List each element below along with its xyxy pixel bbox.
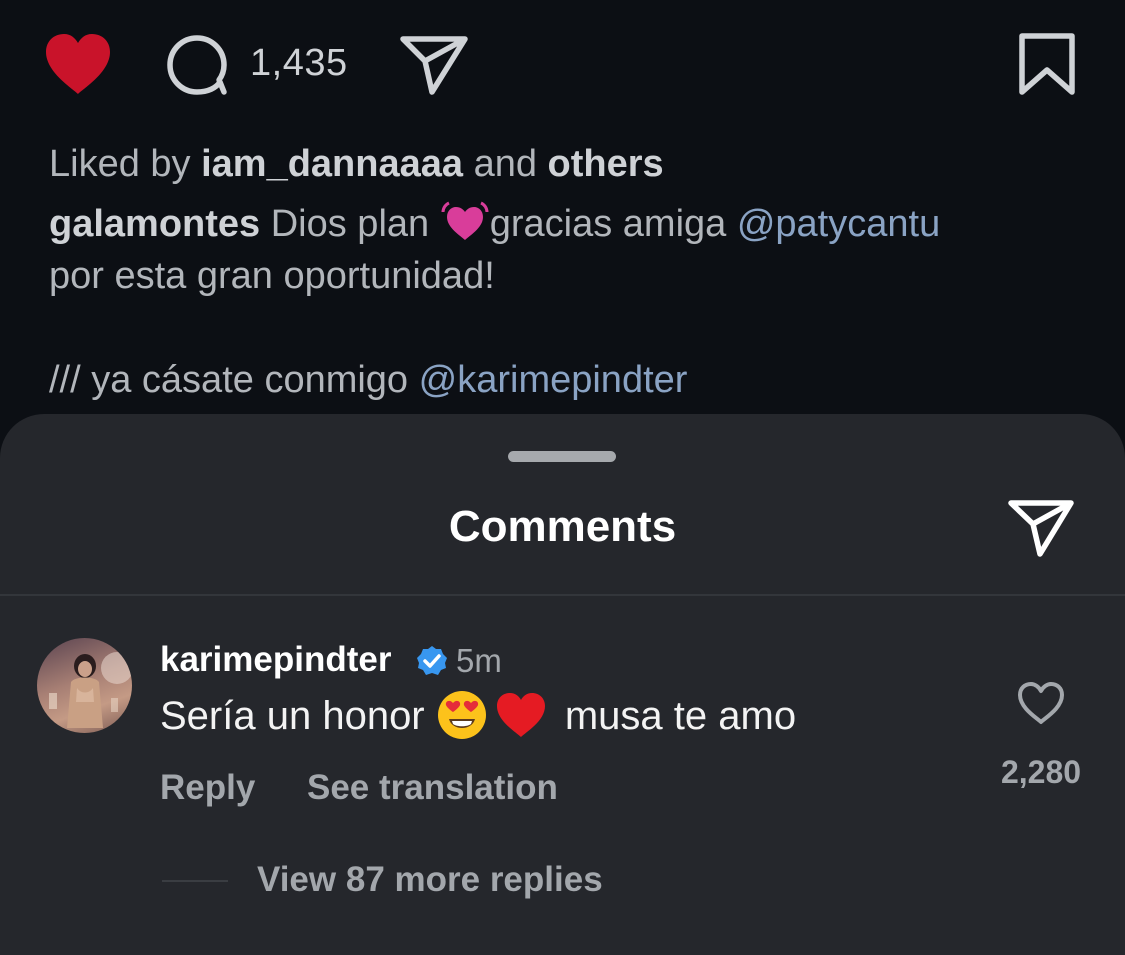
sheet-share-icon[interactable] (1006, 498, 1076, 560)
heart-eyes-emoji (437, 691, 486, 740)
caption-line-1: galamontes Dios plan gracias amiga @paty… (49, 198, 1089, 250)
comment-like-count: 2,280 (1000, 754, 1082, 790)
liked-by-user[interactable]: iam_dannaaaa (201, 143, 463, 185)
see-translation-button[interactable]: See translation (307, 768, 558, 808)
sheet-title: Comments (448, 502, 677, 551)
comment-time: 5m (456, 642, 502, 679)
comment-text-after: musa te amo (553, 694, 797, 738)
sheet-divider (0, 594, 1125, 596)
liked-by-line: Liked by iam_dannaaaa and others (49, 138, 1089, 190)
verified-badge-icon (417, 646, 447, 675)
comment-icon[interactable] (164, 32, 230, 98)
like-heart-icon[interactable] (42, 32, 114, 96)
comment-like-icon[interactable] (1016, 680, 1066, 726)
post-action-bar: 1,435 (0, 0, 1125, 130)
growing-heart-emoji (441, 201, 489, 240)
caption-line-2: por esta gran oportunidad! (49, 255, 495, 297)
red-heart-emoji (496, 693, 545, 738)
share-icon[interactable] (398, 34, 470, 96)
post-caption-area: Liked by iam_dannaaaa and others galamon… (49, 138, 1089, 406)
caption-username[interactable]: galamontes (49, 203, 260, 245)
liked-by-middle: and (463, 143, 548, 185)
comment-count: 1,435 (250, 42, 348, 84)
comments-sheet: Comments karimepindter 5m Sería un honor (0, 414, 1125, 955)
comment-text: Sería un honor musa te amo (160, 691, 797, 741)
avatar-photo (49, 652, 132, 728)
sheet-grabber[interactable] (508, 451, 616, 462)
comment-text-before: Sería un honor (160, 694, 436, 738)
caption-text-2: gracias amiga (489, 203, 737, 245)
liked-by-others[interactable]: others (548, 143, 664, 185)
reply-button[interactable]: Reply (160, 768, 255, 808)
caption-line-3: /// ya cásate conmigo @karimepindter (49, 354, 1089, 406)
bookmark-icon[interactable] (1017, 32, 1077, 96)
caption-line-3-text: /// ya cásate conmigo (49, 359, 419, 401)
liked-by-prefix: Liked by (49, 143, 202, 185)
caption-text-1: Dios plan (260, 203, 440, 245)
avatar[interactable] (37, 638, 132, 733)
mention-patycantu[interactable]: @patycantu (737, 203, 940, 245)
replies-connector-line (162, 880, 228, 882)
mention-karimepindter[interactable]: @karimepindter (419, 359, 688, 401)
view-more-replies-button[interactable]: View 87 more replies (257, 860, 603, 900)
comment-username[interactable]: karimepindter (160, 640, 391, 680)
